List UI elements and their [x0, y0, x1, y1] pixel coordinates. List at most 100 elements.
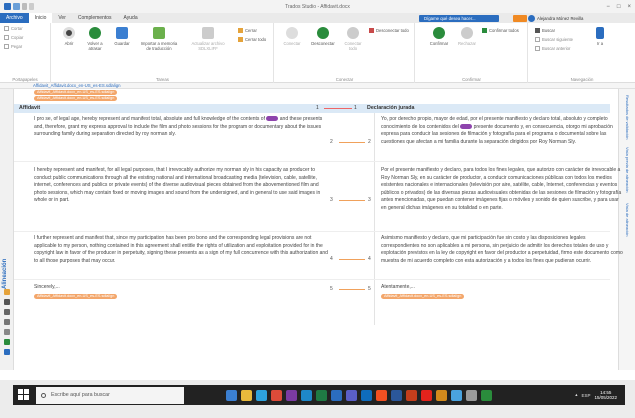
home-icon[interactable]: [4, 289, 10, 295]
quick-access-redo-icon[interactable]: [29, 3, 34, 10]
alignment-view-label[interactable]: Alineación: [2, 259, 8, 289]
system-tray: ▴ ESP 14:55 15/05/2022: [575, 390, 617, 400]
inline-tag-purple-target[interactable]: [460, 123, 473, 129]
clock[interactable]: 14:55 15/05/2022: [594, 390, 617, 400]
file-end-tag-target[interactable]: Affidavit_Affidavit.docx_en-US_es-ES.sdl…: [381, 294, 465, 299]
back-to-project-button[interactable]: Volver a atrasar: [82, 27, 108, 51]
connect-button[interactable]: Conectar: [279, 27, 305, 46]
file-start-tag[interactable]: Affidavit_Affidavit.docx_en-US_es-ES.sdl…: [34, 90, 118, 95]
files-app-icon[interactable]: [481, 389, 492, 401]
tab-home[interactable]: Inicio: [28, 13, 53, 23]
column-divider[interactable]: [374, 113, 375, 325]
skype-icon[interactable]: [256, 389, 267, 401]
taskbar-search-input[interactable]: Escribe aquí para buscar: [36, 386, 184, 404]
source-segment-4[interactable]: I further represent and manifest that, s…: [34, 235, 332, 265]
tab-add-ins[interactable]: Complementos: [72, 13, 118, 23]
close-doc-button[interactable]: Cerrar: [238, 28, 257, 33]
file-start-tag-2[interactable]: Affidavit_Affidavit.docx_en-US_es-ES.sdl…: [34, 96, 118, 101]
header-row[interactable]: Affidavit 1 1 Declaración jurada: [14, 104, 610, 113]
alignment-link-2[interactable]: [339, 142, 365, 143]
alignment-link-4[interactable]: [339, 259, 365, 260]
network-icon[interactable]: ▴: [575, 392, 577, 398]
word-icon[interactable]: [391, 389, 402, 401]
target-segment-3[interactable]: Por el presente manifiesto y declaro, pa…: [381, 167, 625, 212]
store-icon[interactable]: [376, 389, 387, 401]
import-tm-button[interactable]: Importar a memoria de traducción: [136, 27, 182, 51]
notification-badge[interactable]: [513, 15, 527, 22]
reject-button[interactable]: Rechazar: [454, 27, 480, 46]
chrome-icon[interactable]: [271, 389, 282, 401]
save-button[interactable]: Guardar: [110, 27, 134, 46]
alignment-view-panel-tab[interactable]: Vista de alineación: [625, 203, 630, 237]
file-end-tag-source[interactable]: Affidavit_Affidavit.docx_en-US_es-ES.sdl…: [34, 294, 118, 299]
paste-button[interactable]: Pegar: [4, 44, 22, 49]
acrobat-icon[interactable]: [421, 389, 432, 401]
alignment-preview-panel-tab[interactable]: Vista previa de alineación: [625, 147, 630, 193]
clipboard-group: Cortar Copiar Pegar Portapapeles: [0, 23, 51, 83]
target-segment-2[interactable]: Yo, por derecho propio, mayor de edad, p…: [381, 116, 625, 146]
edge-icon[interactable]: [301, 389, 312, 401]
disconnect-all-icon: [369, 28, 374, 33]
disconnect-all-button[interactable]: Desconectar todo: [369, 28, 409, 33]
notepad-icon[interactable]: [466, 389, 477, 401]
paste-icon: [4, 44, 9, 49]
scissors-icon: [4, 26, 9, 31]
alignment-editor: Affidavit_Affidavit.docx_en-US_es-ES.sdl…: [14, 89, 623, 370]
tab-view[interactable]: Ver: [52, 13, 72, 23]
target-segment-4[interactable]: Asimismo manifiesto y declaro, que mi pa…: [381, 235, 625, 265]
tab-file[interactable]: Archivo: [0, 13, 29, 23]
close-button[interactable]: ×: [627, 4, 631, 10]
teams-icon[interactable]: [346, 389, 357, 401]
update-sdlxliff-button[interactable]: Actualizar archivo SDLXLIFF: [188, 27, 228, 51]
quick-access-undo-icon[interactable]: [22, 3, 27, 10]
tab-help[interactable]: Ayuda: [118, 13, 144, 23]
quick-access-save-icon[interactable]: [13, 3, 20, 10]
windows-start-icon[interactable]: [18, 389, 30, 401]
cut-button[interactable]: Cortar: [4, 26, 23, 31]
explorer-icon[interactable]: [241, 389, 252, 401]
find-prev-button[interactable]: Buscar anterior: [535, 46, 570, 51]
source-segment-5[interactable]: Sincerely,...: [34, 284, 332, 292]
alignment-link-3[interactable]: [339, 200, 365, 201]
alignment-link-5[interactable]: [339, 289, 365, 290]
find-next-button[interactable]: Buscar siguiente: [535, 37, 573, 42]
goto-button[interactable]: Ir a: [589, 27, 611, 46]
connect-group: Conectar Desconectar Conectar todo Descon…: [275, 23, 415, 83]
trados-icon[interactable]: [331, 389, 342, 401]
find-button[interactable]: Buscar: [535, 28, 555, 33]
disconnect-button[interactable]: Desconectar: [307, 27, 339, 46]
copy-button[interactable]: Copiar: [4, 35, 23, 40]
tell-me-search[interactable]: Dígame qué desea hacer...: [419, 15, 499, 22]
projects-icon[interactable]: [4, 299, 10, 305]
paint-icon[interactable]: [436, 389, 447, 401]
photos-icon[interactable]: [451, 389, 462, 401]
user-account[interactable]: Alejandra Mónez Revilla: [528, 14, 583, 23]
header-target-number: 1: [354, 105, 357, 111]
validation-results-panel-tab[interactable]: Resultados de validación: [625, 95, 630, 139]
language-indicator[interactable]: ESP: [581, 393, 590, 398]
reports-icon[interactable]: [4, 319, 10, 325]
source-segment-2[interactable]: I pro se, of legal age, hereby represent…: [34, 116, 332, 139]
connect-all-button[interactable]: Conectar todo: [341, 27, 365, 51]
confirm-button[interactable]: Confirmar: [426, 27, 452, 46]
files-icon[interactable]: [4, 309, 10, 315]
open-button[interactable]: Abrir: [58, 27, 80, 46]
header-target-text[interactable]: Declaración jurada: [367, 105, 414, 111]
header-source-text[interactable]: Affidavit: [19, 105, 40, 111]
task-view-icon[interactable]: [226, 389, 237, 401]
title-bar: Trados Studio - Affidavit.docx − □ ×: [0, 0, 635, 13]
editor-icon[interactable]: [4, 329, 10, 335]
target-segment-5[interactable]: Atentamente,...: [381, 284, 625, 292]
excel-icon[interactable]: [316, 389, 327, 401]
inline-tag-purple[interactable]: [266, 116, 279, 122]
outlook-icon[interactable]: [361, 389, 372, 401]
source-segment-3[interactable]: I hereby represent and manifest, for all…: [34, 167, 332, 205]
alignment-icon[interactable]: [4, 349, 10, 355]
powerpoint-icon[interactable]: [406, 389, 417, 401]
onenote-icon[interactable]: [286, 389, 297, 401]
close-all-button[interactable]: Cerrar todo: [238, 37, 266, 42]
minimize-button[interactable]: −: [606, 4, 610, 10]
maximize-button[interactable]: □: [617, 4, 621, 10]
tm-icon[interactable]: [4, 339, 10, 345]
confirm-all-button[interactable]: Confirmar todos: [482, 28, 519, 33]
